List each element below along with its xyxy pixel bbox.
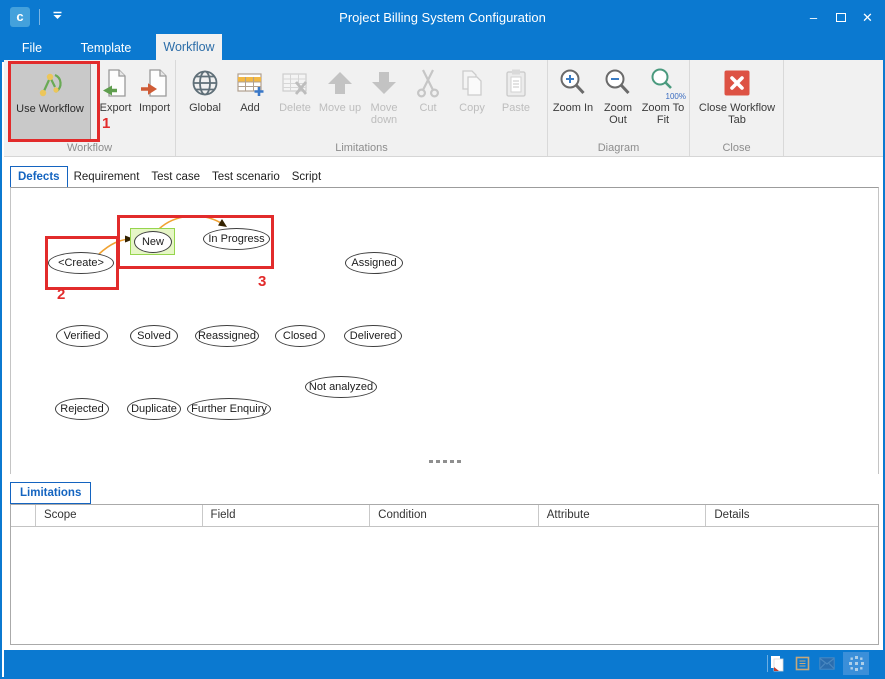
global-button[interactable]: Global bbox=[182, 62, 228, 114]
copy-label: Copy bbox=[459, 102, 485, 114]
annotation-box-2 bbox=[45, 236, 119, 290]
tab-limitations[interactable]: Limitations bbox=[10, 482, 91, 504]
state-node-not-analyzed[interactable]: Not analyzed bbox=[305, 376, 377, 398]
paste-icon bbox=[499, 65, 533, 101]
column-header-field[interactable]: Field bbox=[203, 505, 371, 526]
zoom-to-fit-label: Zoom To Fit bbox=[640, 102, 686, 127]
cut-label: Cut bbox=[419, 102, 436, 114]
zoom-out-button[interactable]: Zoom Out bbox=[596, 62, 640, 127]
report-pages-icon[interactable] bbox=[768, 655, 786, 673]
window-title: Project Billing System Configuration bbox=[2, 2, 883, 33]
ribbon-group-limitations: Global Add bbox=[176, 60, 548, 156]
status-bar bbox=[4, 650, 883, 677]
move-up-label: Move up bbox=[319, 102, 361, 114]
delete-label: Delete bbox=[279, 102, 311, 114]
tab-file[interactable]: File bbox=[2, 35, 62, 62]
move-up-button[interactable]: Move up bbox=[318, 62, 362, 114]
group-label-limitations: Limitations bbox=[176, 142, 547, 154]
global-label: Global bbox=[189, 102, 221, 114]
state-node-closed[interactable]: Closed bbox=[275, 325, 325, 347]
column-header-scope[interactable]: Scope bbox=[36, 505, 203, 526]
arrow-up-icon bbox=[323, 65, 357, 101]
close-button[interactable]: ✕ bbox=[854, 2, 881, 33]
delete-table-icon bbox=[278, 65, 312, 101]
row-selector-column-header bbox=[11, 505, 36, 526]
import-icon bbox=[138, 65, 172, 101]
annotation-number-3: 3 bbox=[258, 273, 266, 290]
column-header-details[interactable]: Details bbox=[706, 505, 878, 526]
maximize-icon bbox=[836, 13, 846, 22]
tab-workflow[interactable]: Workflow bbox=[156, 34, 222, 62]
entity-tab-strip: Defects Requirement Test case Test scena… bbox=[10, 163, 327, 187]
add-table-icon bbox=[233, 65, 267, 101]
ribbon-group-diagram: Zoom In Zoom Out 1 bbox=[548, 60, 690, 156]
move-down-button[interactable]: Move down bbox=[362, 62, 406, 127]
import-label: Import bbox=[139, 102, 170, 114]
delete-button[interactable]: Delete bbox=[272, 62, 318, 114]
state-node-rejected[interactable]: Rejected bbox=[55, 398, 109, 420]
grid-form-icon[interactable] bbox=[793, 655, 811, 673]
state-node-reassigned[interactable]: Reassigned bbox=[195, 325, 259, 347]
column-header-attribute[interactable]: Attribute bbox=[539, 505, 707, 526]
paste-label: Paste bbox=[502, 102, 530, 114]
zoom-to-fit-icon: 100% bbox=[646, 65, 680, 101]
copy-button[interactable]: Copy bbox=[450, 62, 494, 114]
arrow-down-icon bbox=[367, 65, 401, 101]
annotation-box-3 bbox=[117, 215, 274, 269]
state-node-further-enquiry[interactable]: Further Enquiry bbox=[187, 398, 271, 420]
state-node-solved[interactable]: Solved bbox=[130, 325, 178, 347]
zoom-in-label: Zoom In bbox=[553, 102, 593, 114]
scissors-icon bbox=[411, 65, 445, 101]
add-label: Add bbox=[240, 102, 260, 114]
tab-script[interactable]: Script bbox=[286, 167, 327, 187]
tab-defects[interactable]: Defects bbox=[10, 166, 68, 187]
mail-icon[interactable] bbox=[818, 655, 836, 673]
annotation-number-2: 2 bbox=[57, 286, 65, 303]
group-label-close: Close bbox=[690, 142, 783, 154]
tab-requirement[interactable]: Requirement bbox=[68, 167, 146, 187]
state-node-verified[interactable]: Verified bbox=[56, 325, 108, 347]
zoom-out-label: Zoom Out bbox=[596, 102, 640, 127]
export-button[interactable]: Export bbox=[97, 62, 134, 114]
maximize-button[interactable] bbox=[827, 2, 854, 33]
limitations-table-header: Scope Field Condition Attribute Details bbox=[11, 505, 878, 527]
close-workflow-tab-button[interactable]: Close Workflow Tab bbox=[692, 62, 782, 127]
diagram-view-icon[interactable] bbox=[843, 652, 869, 675]
tab-test-case[interactable]: Test case bbox=[145, 167, 206, 187]
group-label-workflow: Workflow bbox=[4, 142, 175, 154]
tab-template[interactable]: Template bbox=[70, 35, 142, 62]
group-label-diagram: Diagram bbox=[548, 142, 689, 154]
column-header-condition[interactable]: Condition bbox=[370, 505, 539, 526]
tab-test-scenario[interactable]: Test scenario bbox=[206, 167, 286, 187]
close-x-icon bbox=[720, 65, 754, 101]
state-node-duplicate[interactable]: Duplicate bbox=[127, 398, 181, 420]
annotation-number-1: 1 bbox=[102, 115, 110, 132]
zoom-out-icon bbox=[601, 65, 635, 101]
limitations-table[interactable]: Scope Field Condition Attribute Details bbox=[10, 504, 879, 645]
zoom-percent-badge: 100% bbox=[666, 92, 686, 101]
close-workflow-tab-label: Close Workflow Tab bbox=[692, 102, 782, 127]
ribbon-tab-strip: File Template Workflow bbox=[2, 33, 883, 62]
ribbon-group-close: Close Workflow Tab Close bbox=[690, 60, 784, 156]
cut-button[interactable]: Cut bbox=[406, 62, 450, 114]
annotation-box-1 bbox=[8, 61, 100, 142]
state-node-assigned[interactable]: Assigned bbox=[345, 252, 403, 274]
export-icon bbox=[99, 65, 133, 101]
globe-icon bbox=[188, 65, 222, 101]
zoom-to-fit-button[interactable]: 100% Zoom To Fit bbox=[640, 62, 686, 127]
add-button[interactable]: Add bbox=[228, 62, 272, 114]
workflow-diagram-canvas[interactable]: <Create> New In Progress Assigned Verifi… bbox=[10, 187, 879, 474]
zoom-in-icon bbox=[556, 65, 590, 101]
minimize-button[interactable]: – bbox=[800, 2, 827, 33]
copy-icon bbox=[455, 65, 489, 101]
title-bar: c Project Billing System Configuration –… bbox=[2, 2, 883, 33]
export-label: Export bbox=[100, 102, 132, 114]
zoom-in-button[interactable]: Zoom In bbox=[550, 62, 596, 114]
state-node-delivered[interactable]: Delivered bbox=[344, 325, 402, 347]
move-down-label: Move down bbox=[362, 102, 406, 127]
app-window: c Project Billing System Configuration –… bbox=[0, 0, 885, 679]
import-button[interactable]: Import bbox=[134, 62, 175, 114]
ribbon: Use Workflow Export bbox=[4, 60, 883, 157]
paste-button[interactable]: Paste bbox=[494, 62, 538, 114]
